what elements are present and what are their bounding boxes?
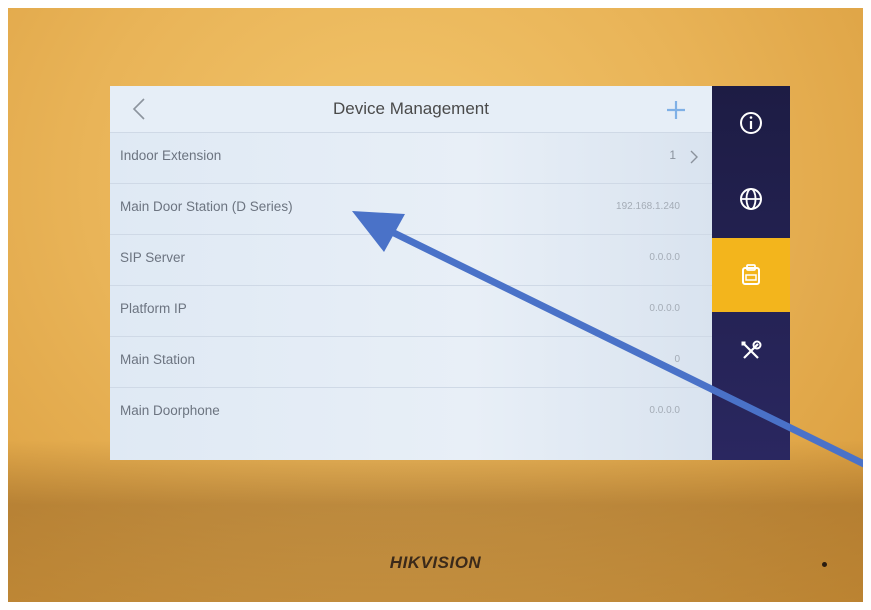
sidebar: [712, 86, 790, 460]
tools-icon: [741, 340, 762, 359]
row-value: 1: [669, 148, 676, 162]
device-brand-logo: HIKVISION: [389, 553, 482, 572]
list-item-main-door-station[interactable]: Main Door Station (D Series) 192.168.1.2…: [110, 183, 712, 234]
row-label: Indoor Extension: [120, 148, 222, 163]
row-label: Main Doorphone: [120, 403, 220, 418]
sidebar-item-network[interactable]: [712, 162, 790, 236]
list-item-platform-ip[interactable]: Platform IP 0.0.0.0: [110, 285, 712, 336]
globe-icon: [740, 188, 762, 210]
sidebar-item-device-management[interactable]: [712, 238, 790, 312]
device-bezel-shadow: [8, 440, 863, 602]
row-value: 0.0.0.0: [649, 405, 680, 416]
list-item-sip-server[interactable]: SIP Server 0.0.0.0: [110, 234, 712, 285]
row-value: 0.0.0.0: [649, 303, 680, 314]
add-icon[interactable]: [665, 99, 687, 121]
row-label: Main Door Station (D Series): [120, 199, 293, 214]
device-management-panel: Device Management Indoor Extension 1 Mai…: [110, 86, 712, 460]
row-value: 0: [674, 354, 680, 365]
sidebar-item-maintenance[interactable]: [712, 314, 790, 388]
device-screen: Device Management Indoor Extension 1 Mai…: [110, 86, 790, 460]
list-item-main-doorphone[interactable]: Main Doorphone 0.0.0.0: [110, 387, 712, 438]
list-item-main-station[interactable]: Main Station 0: [110, 336, 712, 387]
list-item-indoor-extension[interactable]: Indoor Extension 1: [110, 132, 712, 183]
info-icon: [740, 112, 762, 134]
row-value: 0.0.0.0: [649, 252, 680, 263]
sidebar-item-info[interactable]: [712, 86, 790, 160]
header: Device Management: [110, 86, 712, 132]
row-value: 192.168.1.240: [616, 201, 680, 212]
row-label: Platform IP: [120, 301, 187, 316]
row-label: SIP Server: [120, 250, 186, 265]
device-management-icon: [742, 264, 760, 285]
row-label: Main Station: [120, 352, 196, 367]
page-title: Device Management: [333, 99, 489, 118]
sensor-dot: [822, 562, 827, 567]
chevron-right-icon: [690, 150, 698, 164]
